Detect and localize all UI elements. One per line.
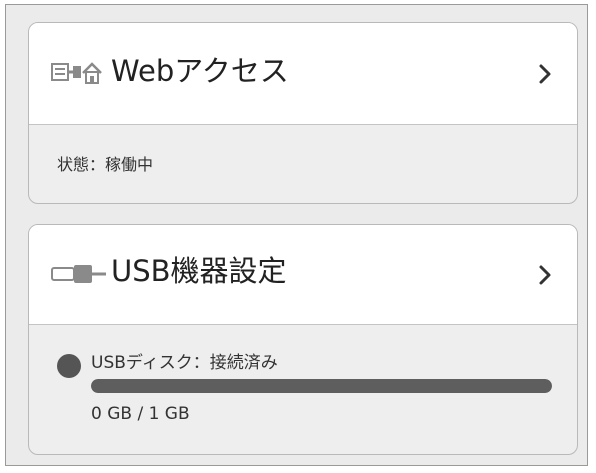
status-dot-icon	[57, 354, 81, 378]
settings-panel: Webアクセス 状態：稼働中 USB機器設定 USBディスク：接続済み 0 GB…	[5, 4, 588, 466]
usb-cable-icon	[51, 262, 107, 290]
usb-settings-card: USB機器設定 USBディスク：接続済み 0 GB / 1 GB	[28, 224, 578, 455]
network-house-icon	[51, 60, 103, 90]
chevron-right-icon	[538, 63, 552, 89]
usage-bar-fill	[91, 379, 552, 393]
usb-settings-button[interactable]: USB機器設定	[29, 225, 577, 325]
usb-disk-status: USBディスク：接続済み 0 GB / 1 GB	[29, 325, 577, 454]
web-access-status: 状態：稼働中	[57, 155, 154, 174]
web-access-card: Webアクセス 状態：稼働中	[28, 22, 578, 204]
usb-disk-label: USBディスク：接続済み	[91, 353, 278, 373]
web-access-title: Webアクセス	[111, 54, 289, 88]
chevron-right-icon	[538, 264, 552, 290]
capacity-text: 0 GB / 1 GB	[91, 404, 190, 424]
usb-settings-title: USB機器設定	[111, 254, 287, 288]
usage-bar	[91, 379, 552, 393]
web-access-button[interactable]: Webアクセス	[29, 23, 577, 125]
